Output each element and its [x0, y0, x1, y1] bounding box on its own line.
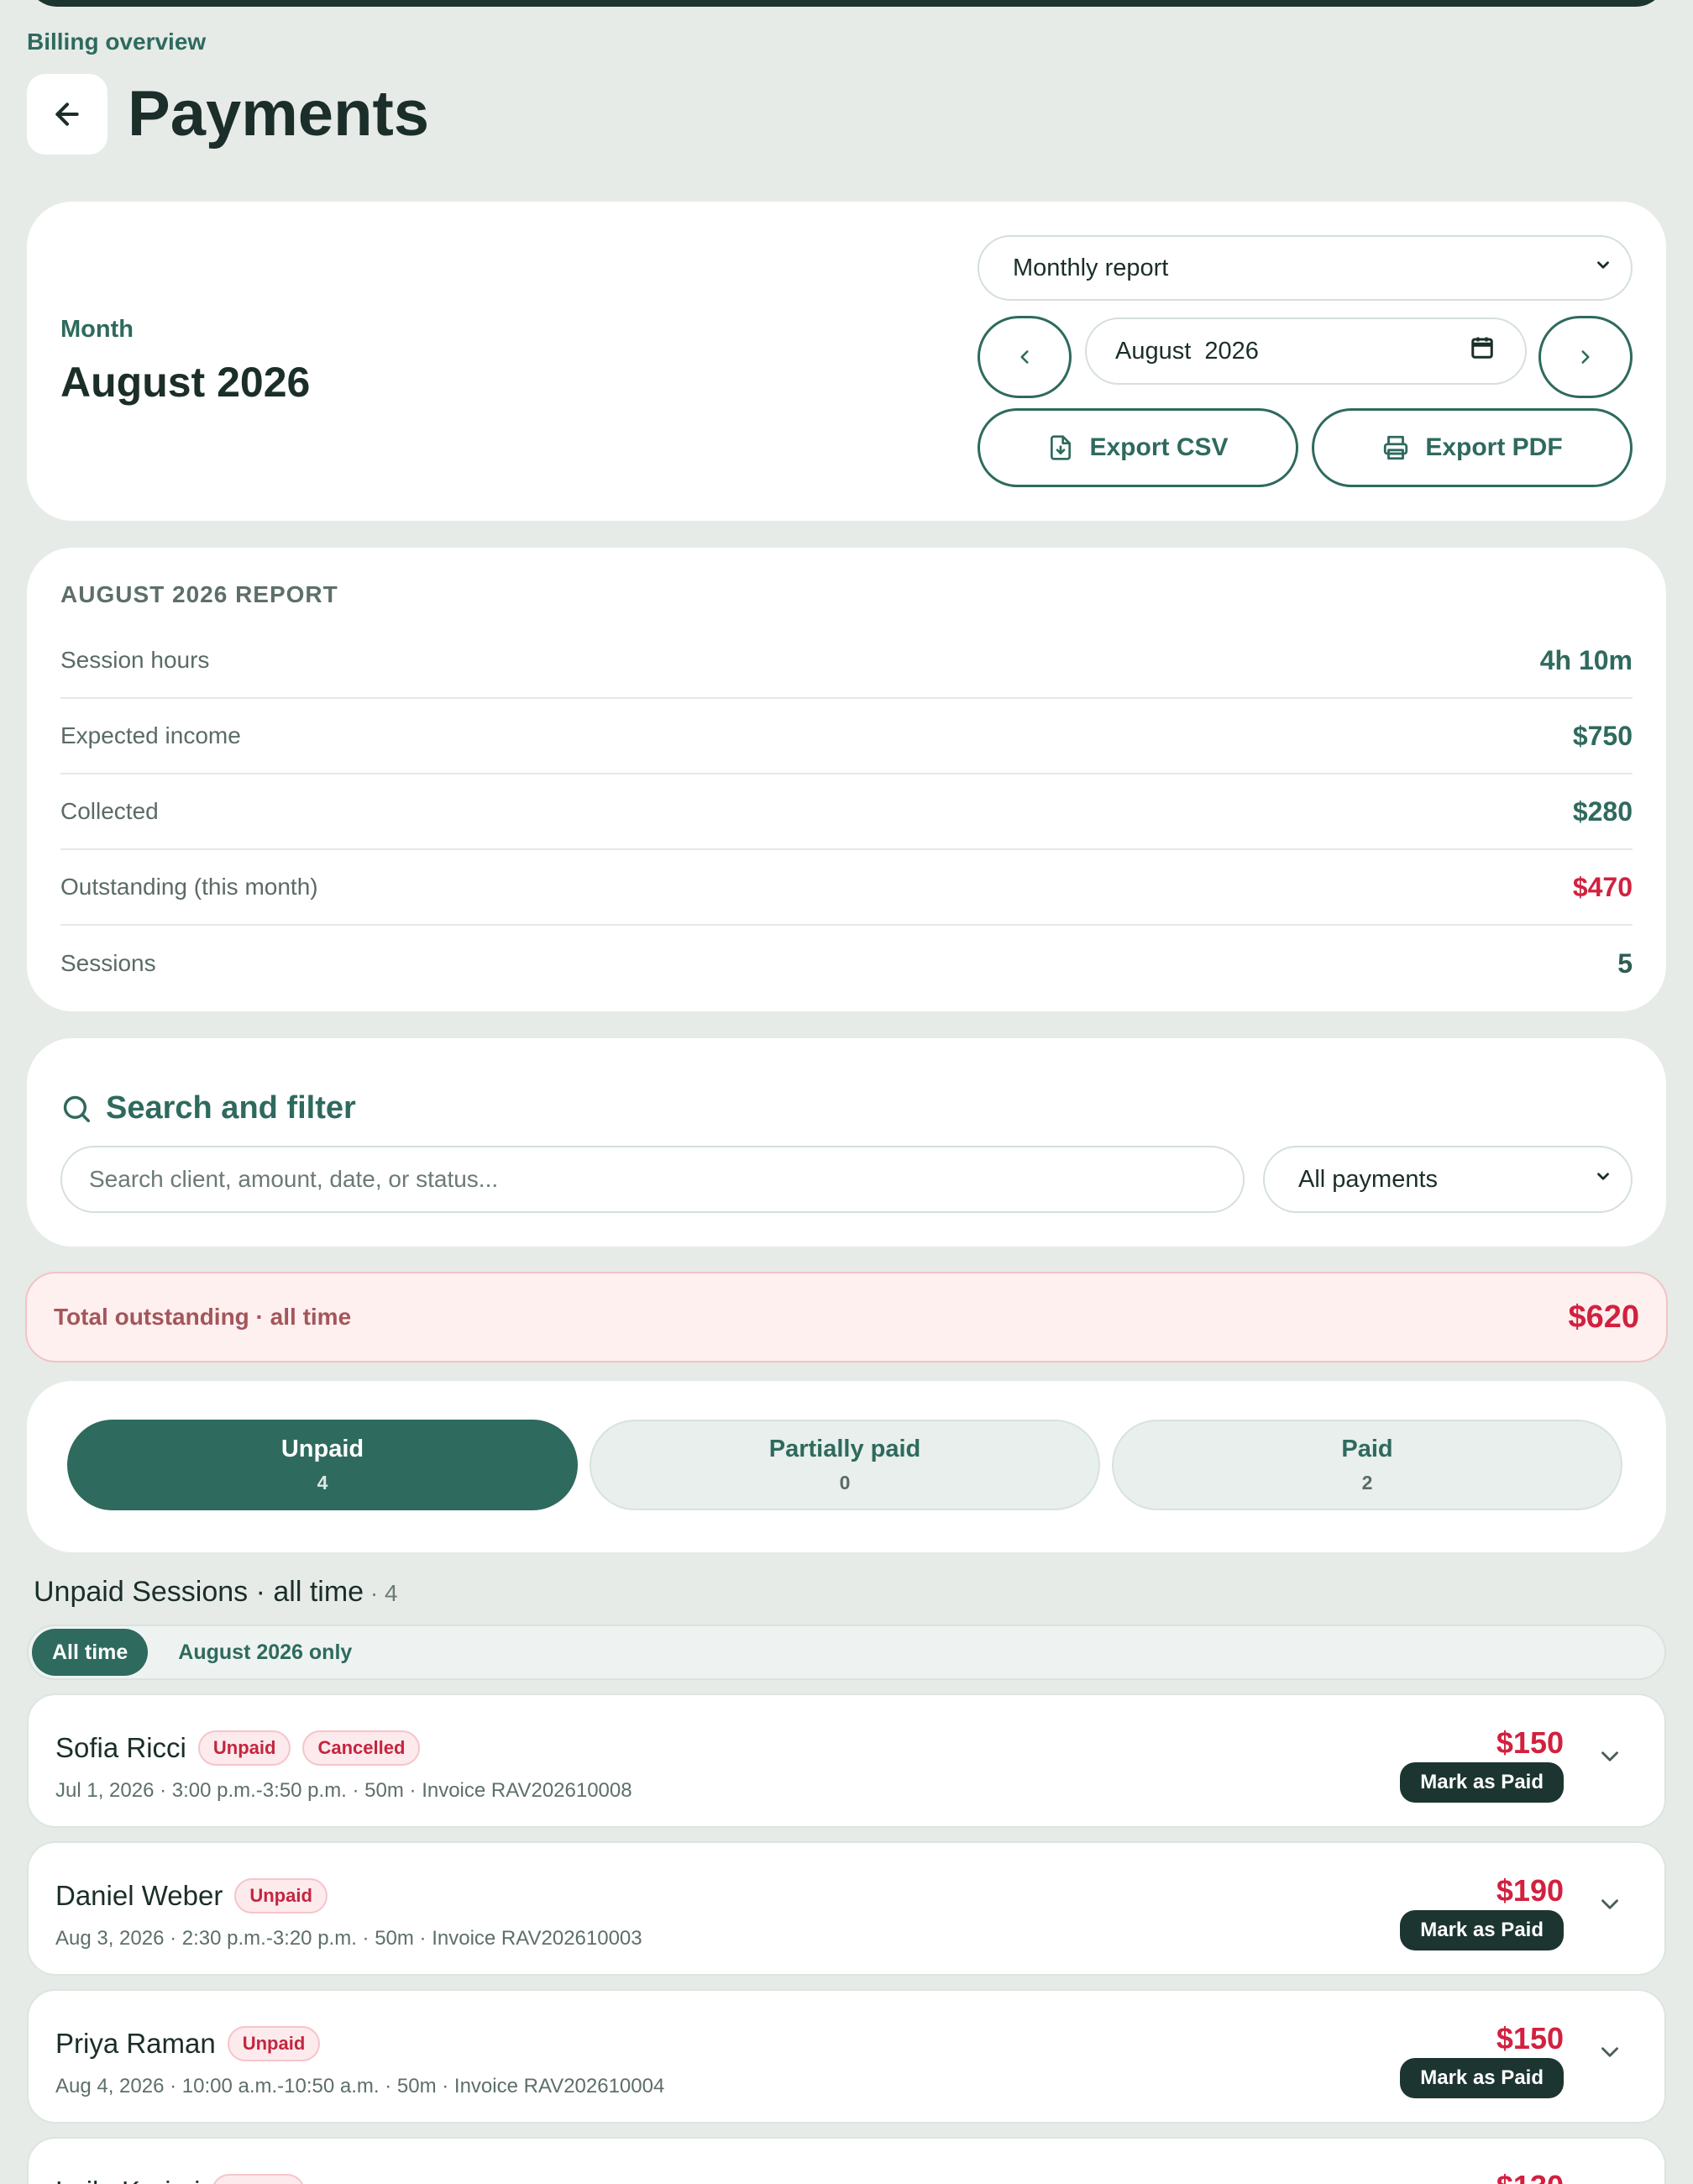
mark-as-paid-button[interactable]: Mark as Paid: [1400, 2058, 1564, 2098]
session-amount: $130: [1496, 2169, 1564, 2184]
session-list-count: · 4: [364, 1580, 398, 1606]
session-name-row: Sofia Ricci Unpaid Cancelled: [55, 1730, 421, 1766]
report-value: 4h 10m: [1539, 644, 1633, 675]
file-download-icon: [1051, 435, 1072, 460]
tab-count: 4: [317, 1472, 328, 1494]
printer-icon: [1384, 435, 1408, 460]
report-value: $280: [1572, 795, 1633, 827]
total-outstanding-label: Total outstanding · all time: [54, 1304, 352, 1330]
tab-unpaid[interactable]: Unpaid 4: [67, 1420, 578, 1510]
report-value: $750: [1572, 720, 1633, 751]
status-badge: Unpaid: [227, 2026, 321, 2061]
session-list-title: Unpaid Sessions · all time · 4: [34, 1576, 398, 1609]
tab-label: Partially paid: [768, 1436, 921, 1462]
report-type-select[interactable]: Monthly report: [978, 235, 1633, 301]
report-label: Sessions: [60, 950, 156, 976]
chevron-down-icon: [1594, 1168, 1612, 1192]
month-card: Month August 2026 Monthly report August …: [27, 202, 1666, 521]
session-name-row: Daniel Weber Unpaid: [55, 1878, 328, 1914]
session-list-title-text: Unpaid Sessions · all time: [34, 1576, 364, 1608]
chevron-down-icon[interactable]: [1596, 1890, 1624, 1923]
session-name-row: Leila Karimi Unpaid: [55, 2174, 305, 2184]
search-icon: [63, 1095, 90, 1122]
tab-count: 0: [839, 1472, 851, 1494]
report-type-value: Monthly report: [1013, 254, 1169, 281]
chevron-left-icon: [1020, 350, 1029, 364]
report-row-collected: Collected $280: [60, 774, 1633, 850]
session-row[interactable]: Leila Karimi Unpaid $130: [27, 2137, 1666, 2184]
tab-label: Unpaid: [280, 1436, 364, 1462]
report-row-sessions: Sessions 5: [60, 926, 1633, 1001]
back-button[interactable]: [27, 74, 107, 155]
total-outstanding-banner: Total outstanding · all time $620: [25, 1272, 1668, 1362]
scope-toggle: All time August 2026 only: [27, 1625, 1666, 1680]
month-picker-input[interactable]: August 2026: [1085, 318, 1527, 385]
report-row-expected-income: Expected income $750: [60, 699, 1633, 774]
session-meta: Jul 1, 2026 · 3:00 p.m.-3:50 p.m. · 50m …: [55, 1779, 632, 1802]
search-filter-heading: Search and filter: [60, 1090, 356, 1126]
status-tabs-card: Unpaid 4 Partially paid 0 Paid 2: [27, 1381, 1666, 1552]
arrow-left-icon: [55, 102, 79, 126]
chevron-down-icon: [1594, 256, 1612, 281]
export-pdf-label: Export PDF: [1425, 433, 1563, 461]
page-title: Payments: [128, 78, 430, 150]
report-value: 5: [1617, 948, 1633, 979]
month-value: August 2026: [60, 359, 311, 406]
search-filter-card: Search and filter All payments: [27, 1038, 1666, 1247]
session-row[interactable]: Sofia Ricci Unpaid Cancelled Jul 1, 2026…: [27, 1693, 1666, 1828]
report-label: Outstanding (this month): [60, 874, 318, 900]
calendar-icon[interactable]: [1470, 335, 1495, 367]
scope-all-time-button[interactable]: All time: [32, 1629, 149, 1676]
next-month-button[interactable]: [1538, 316, 1633, 398]
session-amount: $150: [1496, 2021, 1564, 2055]
top-bar: [27, 0, 1666, 7]
session-row[interactable]: Daniel Weber Unpaid Aug 3, 2026 · 2:30 p…: [27, 1841, 1666, 1976]
session-meta: Aug 4, 2026 · 10:00 a.m.-10:50 a.m. · 50…: [55, 2075, 665, 2097]
scope-month-only-button[interactable]: August 2026 only: [158, 1629, 372, 1676]
previous-month-button[interactable]: [978, 316, 1072, 398]
mark-as-paid-button[interactable]: Mark as Paid: [1400, 1910, 1564, 1950]
session-amount: $150: [1496, 1725, 1564, 1760]
breadcrumb[interactable]: Billing overview: [27, 29, 206, 55]
status-badge: Unpaid: [197, 1730, 291, 1766]
report-label: Expected income: [60, 722, 241, 748]
payment-filter-value: All payments: [1298, 1165, 1439, 1193]
session-amount: $190: [1496, 1873, 1564, 1908]
status-badge: Unpaid: [212, 2174, 305, 2184]
report-value: $470: [1572, 871, 1633, 902]
report-row-outstanding: Outstanding (this month) $470: [60, 850, 1633, 926]
report-row-session-hours: Session hours 4h 10m: [60, 623, 1633, 699]
export-csv-label: Export CSV: [1089, 433, 1229, 461]
chevron-right-icon: [1581, 350, 1590, 364]
session-row[interactable]: Priya Raman Unpaid Aug 4, 2026 · 10:00 a…: [27, 1989, 1666, 2124]
tab-count: 2: [1361, 1472, 1373, 1494]
tab-paid[interactable]: Paid 2: [1112, 1420, 1622, 1510]
chevron-down-icon[interactable]: [1596, 2038, 1624, 2071]
session-name-row: Priya Raman Unpaid: [55, 2026, 321, 2061]
status-badge: Cancelled: [302, 1730, 421, 1766]
status-badge: Unpaid: [234, 1878, 328, 1914]
report-label: Session hours: [60, 647, 210, 673]
tab-partially-paid[interactable]: Partially paid 0: [590, 1420, 1100, 1510]
total-outstanding-value: $620: [1568, 1299, 1639, 1335]
client-name: Daniel Weber: [55, 1880, 223, 1911]
export-csv-button[interactable]: Export CSV: [978, 408, 1298, 487]
client-name: Sofia Ricci: [55, 1732, 186, 1763]
search-input[interactable]: [60, 1146, 1245, 1213]
chevron-down-icon[interactable]: [1596, 1742, 1624, 1775]
tab-label: Paid: [1341, 1436, 1393, 1462]
session-meta: Aug 3, 2026 · 2:30 p.m.-3:20 p.m. · 50m …: [55, 1927, 642, 1950]
monthly-report-card: AUGUST 2026 REPORT Session hours 4h 10m …: [27, 548, 1666, 1011]
month-picker-value: August 2026: [1115, 337, 1259, 365]
search-filter-title: Search and filter: [106, 1090, 356, 1126]
client-name: Priya Raman: [55, 2028, 216, 2059]
export-pdf-button[interactable]: Export PDF: [1312, 408, 1633, 487]
report-heading: AUGUST 2026 REPORT: [60, 581, 338, 607]
mark-as-paid-button[interactable]: Mark as Paid: [1400, 1762, 1564, 1803]
payment-filter-select[interactable]: All payments: [1263, 1146, 1633, 1213]
report-label: Collected: [60, 798, 159, 824]
client-name: Leila Karimi: [55, 2176, 200, 2184]
month-label: Month: [60, 316, 134, 343]
